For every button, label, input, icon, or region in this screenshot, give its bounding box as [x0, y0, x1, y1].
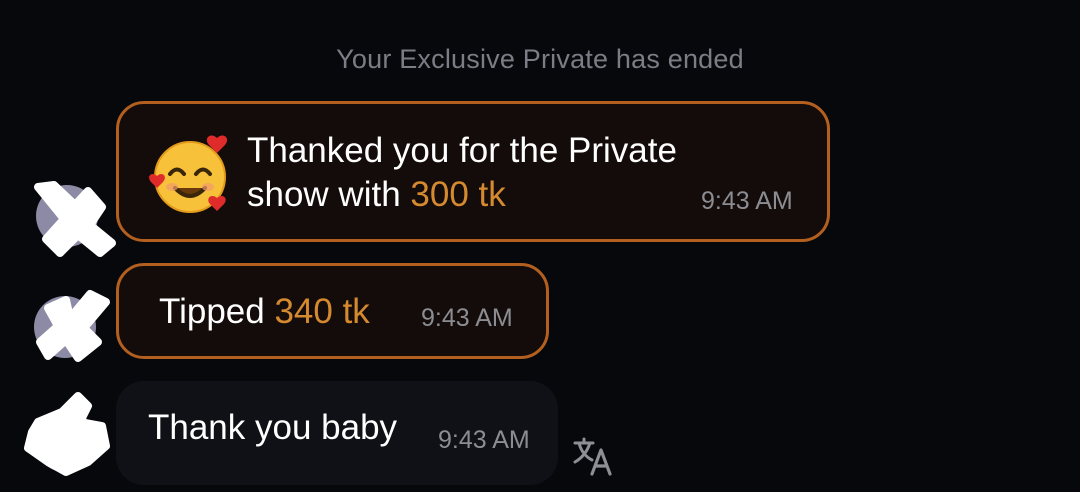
message-timestamp: 9:43 AM: [421, 304, 513, 332]
message-text: Thank you baby: [148, 408, 398, 447]
tip-message-bubble: Tipped 340 tk 9:43 AM: [116, 263, 549, 359]
message-text-line-1: Thanked you for the Private: [247, 131, 677, 170]
message-text-line-2: show with 300 tk: [247, 173, 506, 217]
avatar[interactable]: [24, 392, 110, 476]
message-text-prefix: Tipped: [159, 292, 275, 331]
tip-amount: 340 tk: [274, 292, 370, 331]
tip-message-bubble: Thanked you for the Private show with 30…: [116, 101, 830, 242]
translate-icon[interactable]: [572, 436, 614, 476]
chat-message-bubble: Thank you baby 9:43 AM: [116, 381, 558, 485]
chat-system-message: Your Exclusive Private has ended: [336, 44, 744, 74]
message-timestamp: 9:43 AM: [438, 426, 530, 454]
redaction-scribble: [24, 392, 110, 476]
avatar[interactable]: [34, 181, 116, 257]
avatar[interactable]: [34, 290, 110, 362]
smiling-face-with-hearts-icon: [149, 135, 228, 213]
message-text: Tipped 340 tk: [159, 290, 370, 334]
redaction-scribble: [34, 181, 116, 257]
redaction-scribble: [36, 290, 110, 362]
message-timestamp: 9:43 AM: [701, 187, 793, 215]
message-text-prefix: show with: [247, 175, 411, 214]
tip-amount: 300 tk: [410, 175, 506, 214]
